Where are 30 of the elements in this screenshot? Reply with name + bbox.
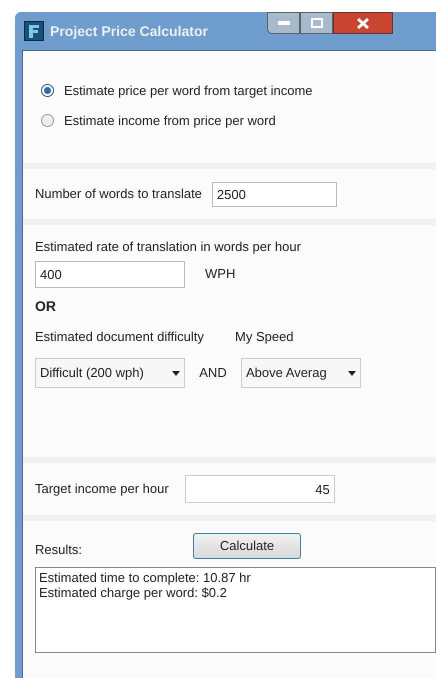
field-label: Target income per hour bbox=[35, 480, 169, 498]
field-label: My Speed bbox=[235, 328, 294, 346]
caret-icon bbox=[348, 370, 356, 376]
minimize-button[interactable] bbox=[267, 12, 300, 34]
target-income-field[interactable]: 45 bbox=[184, 475, 335, 503]
radio-label[interactable]: Estimate income from price per word bbox=[64, 110, 276, 130]
maximize-icon bbox=[310, 18, 322, 28]
close-button[interactable] bbox=[333, 12, 393, 34]
results-box[interactable]: Estimated time to complete: 10.87 hr Estimated charge per word: $0.2 bbox=[35, 567, 436, 653]
and-label: AND bbox=[198, 364, 228, 382]
window-title: Project Price Calculator bbox=[50, 22, 208, 41]
radio-button[interactable] bbox=[41, 114, 54, 127]
caret-icon bbox=[172, 370, 180, 376]
field-label: Estimated document difficulty bbox=[35, 328, 205, 346]
or-label: OR bbox=[35, 296, 57, 316]
results-label: Results: bbox=[35, 540, 83, 558]
radio-label[interactable]: Estimate price per word from target income bbox=[64, 81, 313, 100]
words-field[interactable]: 2500 bbox=[212, 182, 337, 206]
field-label: Estimated rate of translation in words per hour bbox=[35, 238, 302, 256]
rate-field[interactable]: 400 bbox=[35, 260, 185, 288]
speed-dropdown[interactable]: Above Averag bbox=[241, 358, 361, 388]
close-icon bbox=[357, 18, 369, 28]
field-label: Number of words to translate bbox=[35, 185, 202, 204]
radio-button[interactable] bbox=[41, 84, 54, 98]
unit-label: WPH bbox=[205, 265, 236, 284]
app-icon bbox=[24, 21, 44, 41]
difficulty-dropdown[interactable]: Difficult (200 wph) bbox=[35, 358, 185, 388]
minimize-icon bbox=[278, 21, 290, 25]
calculate-button[interactable]: Calculate bbox=[193, 533, 301, 559]
maximize-button[interactable] bbox=[300, 12, 333, 34]
